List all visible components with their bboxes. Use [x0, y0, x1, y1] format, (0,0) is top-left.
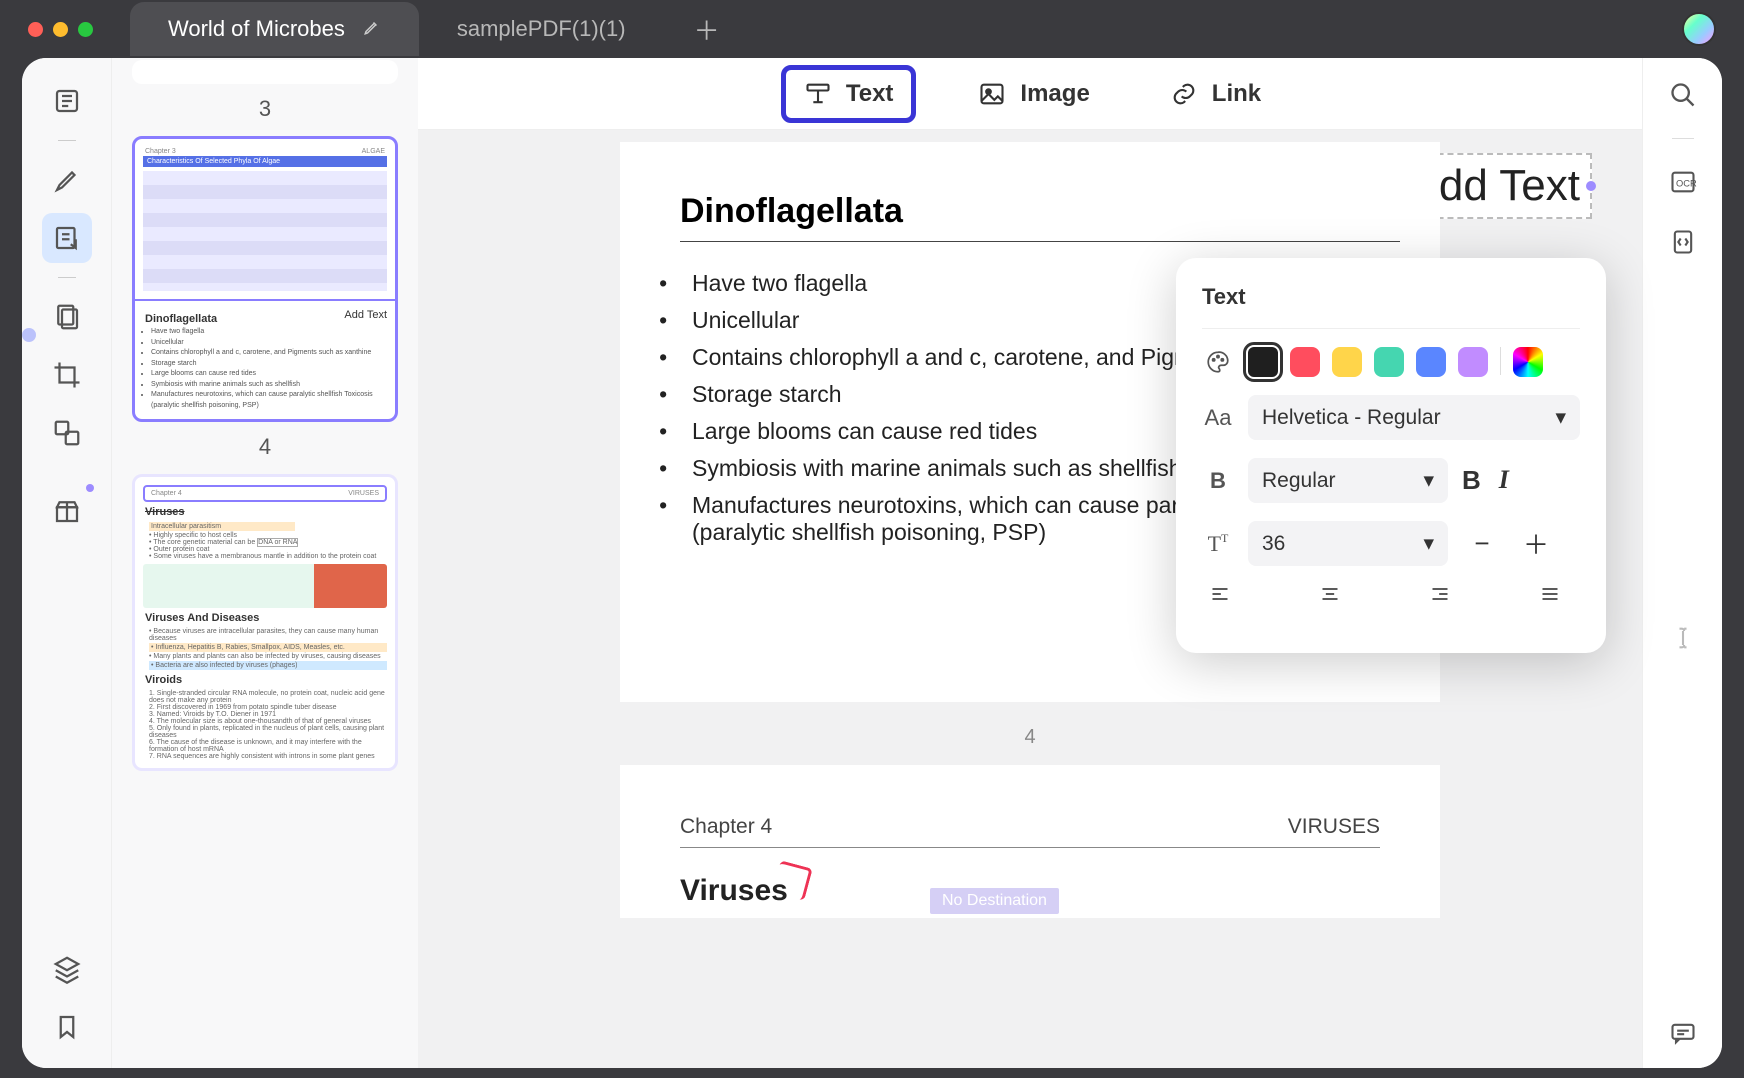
maximize-window-button[interactable] — [78, 22, 93, 37]
panel-title: Text — [1202, 284, 1580, 310]
font-size-select[interactable]: 36 ▾ — [1248, 521, 1448, 566]
chevron-down-icon: ▾ — [1423, 531, 1434, 556]
chevron-down-icon: ▾ — [1423, 468, 1434, 493]
thumb-addtext: Add Text — [344, 309, 387, 321]
page-heading: Dinoflagellata — [680, 192, 1400, 242]
page-number: 4 — [458, 726, 1602, 749]
font-family-select[interactable]: Helvetica - Regular ▾ — [1248, 395, 1580, 440]
pencil-icon — [363, 18, 381, 41]
window-controls — [0, 22, 93, 37]
color-swatches — [1248, 347, 1543, 377]
thumb-chapter: Chapter 4 — [151, 490, 182, 497]
color-swatch-purple[interactable] — [1458, 347, 1488, 377]
reader-mode-button[interactable] — [42, 76, 92, 126]
divider — [58, 140, 76, 141]
app-logo-icon — [1682, 12, 1716, 46]
divider — [58, 277, 76, 278]
color-swatch-black[interactable] — [1248, 347, 1278, 377]
thumb-h3: Viroids — [145, 674, 385, 686]
tab-world-of-microbes[interactable]: World of Microbes — [130, 2, 419, 56]
thumb-table — [143, 171, 387, 291]
main-area: Text Image Link Add Text Dinoflagellata — [418, 58, 1642, 1068]
convert-button[interactable] — [1666, 225, 1700, 259]
insert-toolbar: Text Image Link — [418, 58, 1642, 130]
text-cursor-button[interactable] — [1666, 621, 1700, 655]
thumbnail-page-3[interactable] — [132, 60, 398, 84]
no-destination-badge: No Destination — [930, 888, 1059, 914]
bold-button[interactable]: B — [1462, 465, 1481, 496]
tool-label: Image — [1020, 80, 1089, 108]
add-tab-button[interactable]: ＋ — [694, 11, 720, 48]
topic-label: VIRUSES — [1288, 815, 1380, 839]
gift-button[interactable] — [42, 486, 92, 536]
thumb-h2: Viruses And Diseases — [145, 612, 385, 624]
thumbnail-label: 4 — [132, 434, 398, 460]
color-swatch-teal[interactable] — [1374, 347, 1404, 377]
align-left-button[interactable] — [1206, 584, 1246, 609]
layers-button[interactable] — [42, 944, 92, 994]
rail-indicator — [22, 328, 36, 342]
right-toolbar: OCR — [1642, 58, 1722, 1068]
comments-button[interactable] — [1666, 1016, 1700, 1050]
thumb-topic: VIRUSES — [348, 490, 379, 497]
thumb-chapter: Chapter 3 — [145, 148, 176, 155]
left-toolbar — [22, 58, 112, 1068]
app-body: 3 Chapter 3 ALGAE Characteristics Of Sel… — [22, 58, 1722, 1068]
bookmark-button[interactable] — [42, 1002, 92, 1052]
align-center-button[interactable] — [1316, 584, 1356, 609]
color-swatch-yellow[interactable] — [1332, 347, 1362, 377]
tab-label: World of Microbes — [168, 16, 345, 42]
tab-samplepdf[interactable]: samplePDF(1)(1) — [419, 2, 664, 56]
italic-button[interactable]: I — [1499, 465, 1509, 496]
tool-label: Text — [846, 80, 894, 108]
font-family-value: Helvetica - Regular — [1262, 406, 1441, 430]
font-weight-select[interactable]: Regular ▾ — [1248, 458, 1448, 503]
thumb-bullets: Have two flagella Unicellular Contains c… — [143, 327, 387, 411]
size-icon: TT — [1202, 531, 1234, 557]
weight-icon: B — [1202, 468, 1234, 494]
minimize-window-button[interactable] — [53, 22, 68, 37]
page-5: Chapter 4 VIRUSES Viruses No Destination — [620, 765, 1440, 918]
thumb-topic: ALGAE — [362, 148, 385, 155]
color-picker-button[interactable] — [1513, 347, 1543, 377]
color-swatch-red[interactable] — [1290, 347, 1320, 377]
thumbnail-label: 3 — [132, 96, 398, 122]
tabs: World of Microbes samplePDF(1)(1) ＋ — [130, 0, 720, 58]
chevron-down-icon: ▾ — [1555, 405, 1566, 430]
font-icon: Aa — [1202, 405, 1234, 431]
palette-icon — [1202, 349, 1234, 375]
thumb-table-title: Characteristics Of Selected Phyla Of Alg… — [143, 156, 387, 167]
size-decrease-button[interactable]: − — [1462, 524, 1502, 564]
crop-button[interactable] — [42, 350, 92, 400]
close-window-button[interactable] — [28, 22, 43, 37]
thumb-section-title: Dinoflagellata — [145, 313, 217, 325]
thumbnail-panel: 3 Chapter 3 ALGAE Characteristics Of Sel… — [112, 58, 418, 1068]
compare-button[interactable] — [42, 408, 92, 458]
ocr-button[interactable]: OCR — [1666, 165, 1700, 199]
tool-label: Link — [1212, 80, 1261, 108]
search-button[interactable] — [1666, 78, 1700, 112]
chapter-label: Chapter 4 — [680, 815, 772, 839]
edit-text-button[interactable] — [42, 213, 92, 263]
font-weight-value: Regular — [1262, 469, 1336, 493]
insert-link-button[interactable]: Link — [1152, 70, 1279, 118]
font-size-value: 36 — [1262, 532, 1285, 556]
size-increase-button[interactable]: ＋ — [1516, 524, 1556, 564]
svg-text:OCR: OCR — [1676, 179, 1697, 189]
thumbnail-page-5[interactable]: Chapter 4 VIRUSES Viruses Intracellular … — [132, 474, 398, 771]
text-properties-panel: Text Aa He — [1176, 258, 1606, 653]
thumbnail-page-4[interactable]: Chapter 3 ALGAE Characteristics Of Selec… — [132, 136, 398, 422]
tab-label: samplePDF(1)(1) — [457, 16, 626, 42]
color-swatch-blue[interactable] — [1416, 347, 1446, 377]
align-right-button[interactable] — [1426, 584, 1466, 609]
align-justify-button[interactable] — [1536, 584, 1576, 609]
thumb-h1: Viruses — [145, 506, 385, 518]
highlighter-button[interactable] — [42, 155, 92, 205]
titlebar: World of Microbes samplePDF(1)(1) ＋ — [0, 0, 1744, 58]
page-manage-button[interactable] — [42, 292, 92, 342]
insert-image-button[interactable]: Image — [960, 70, 1107, 118]
insert-text-button[interactable]: Text — [781, 65, 917, 123]
